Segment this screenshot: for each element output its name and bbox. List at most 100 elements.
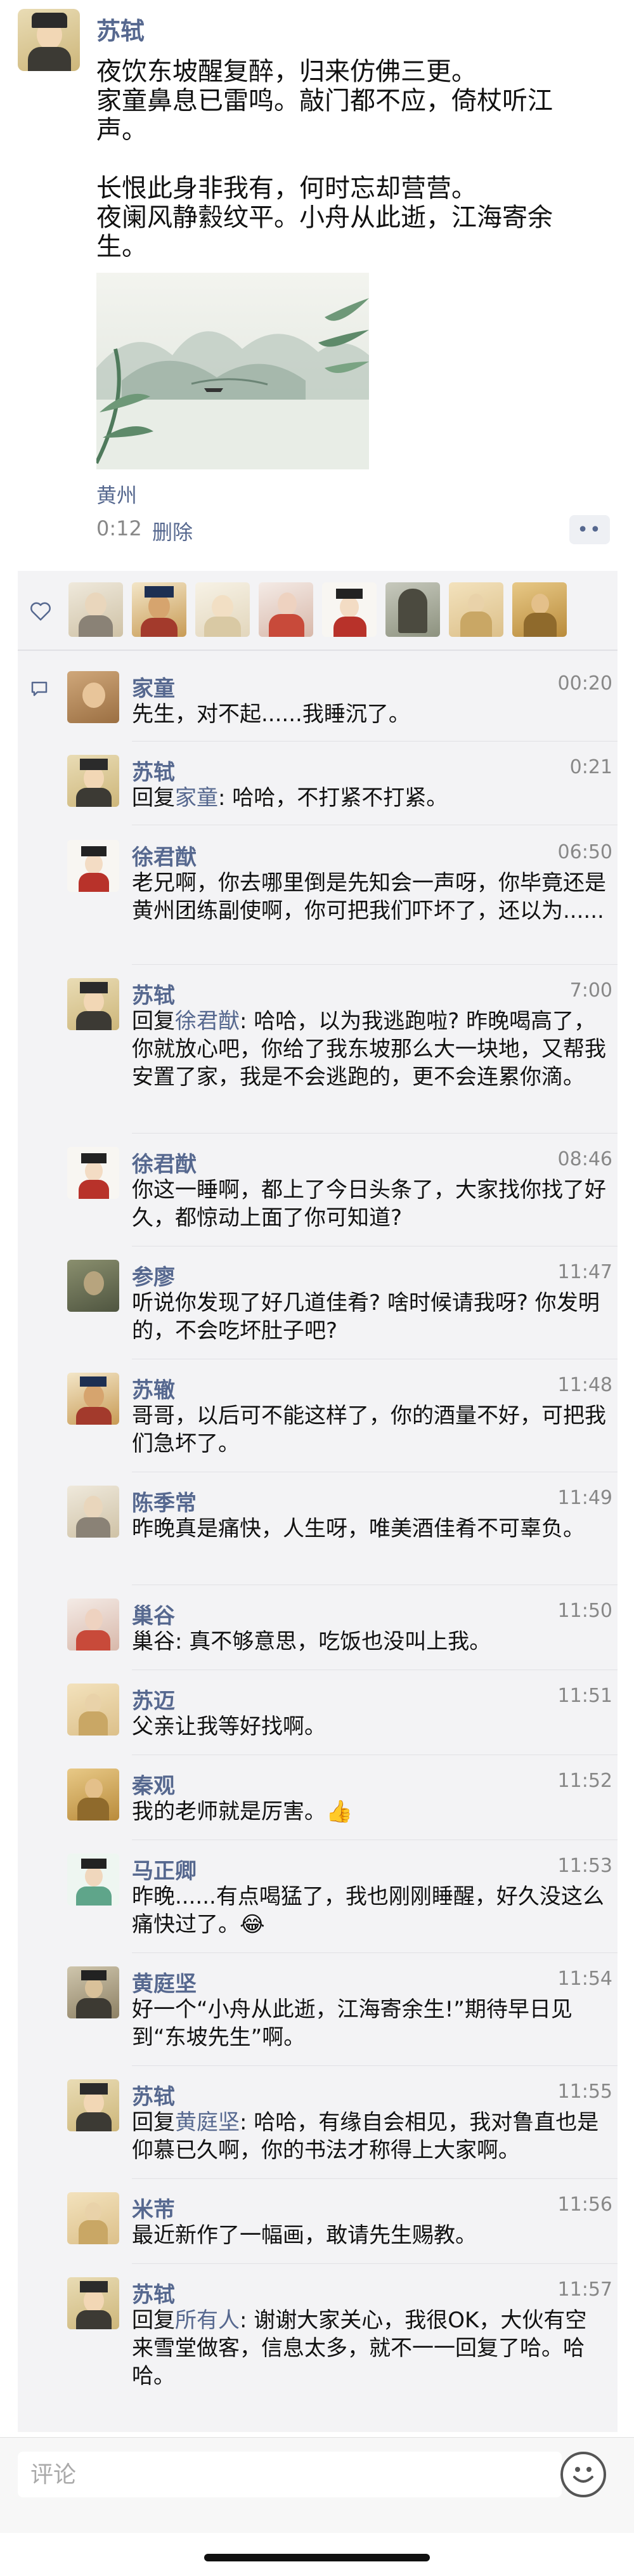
- post-text: 夜饮东坡醒复醉，归来仿佛三更。 家童鼻息已雷鸣。敲门都不应，倚杖听江声。 长恨此…: [96, 57, 553, 261]
- comment-divider: [132, 1952, 618, 1953]
- commenter-name[interactable]: 苏迈: [132, 1684, 175, 1715]
- commenter-avatar[interactable]: [67, 1373, 119, 1425]
- comment-time: 08:46: [557, 1148, 612, 1170]
- liker-avatar[interactable]: [449, 582, 503, 637]
- commenter-avatar[interactable]: [67, 1966, 119, 2018]
- likes-row: [18, 571, 618, 650]
- comment-divider: [132, 741, 618, 742]
- commenter-avatar[interactable]: [67, 1599, 119, 1651]
- commenter-name[interactable]: 秦观: [132, 1769, 175, 1800]
- commenter-avatar[interactable]: [67, 2079, 119, 2131]
- liker-avatar[interactable]: [322, 582, 377, 637]
- commenter-avatar[interactable]: [67, 755, 119, 807]
- comment-text: 最近新作了一幅画，敢请先生赐教。: [132, 2223, 477, 2248]
- commenter-name[interactable]: 徐君猷: [132, 1147, 197, 1178]
- comment-text: 先生，对不起......我睡沉了。: [132, 702, 410, 727]
- commenter-name[interactable]: 苏轼: [132, 2277, 175, 2308]
- commenter-name[interactable]: 家童: [132, 671, 175, 702]
- commenter-name[interactable]: 苏轼: [132, 755, 175, 786]
- comment-time: 11:54: [557, 1968, 612, 1990]
- commenter-name[interactable]: 米芾: [132, 2192, 175, 2223]
- commenter-avatar[interactable]: [67, 671, 119, 723]
- comment-text: 父亲让我等好找啊。: [132, 1714, 326, 1739]
- commenter-name[interactable]: 苏轼: [132, 2079, 175, 2110]
- commenter-avatar[interactable]: [67, 1684, 119, 1736]
- commenter-avatar[interactable]: [67, 1147, 119, 1199]
- comment-time: 0:21: [569, 756, 612, 778]
- comment-text: 我的老师就是厉害。👍: [132, 1799, 353, 1824]
- commenter-name[interactable]: 苏轼: [132, 978, 175, 1009]
- liker-avatar[interactable]: [68, 582, 123, 637]
- comment-input-bar: [0, 2437, 634, 2533]
- commenter-avatar[interactable]: [67, 1854, 119, 1906]
- liker-avatar[interactable]: [195, 582, 250, 637]
- likes-divider: [18, 650, 618, 651]
- comment-text: 回复黄庭坚: 哈哈，有缘自会相见，我对鲁直也是仰慕已久啊，你的书法才称得上大家啊…: [132, 2110, 599, 2163]
- liker-avatar[interactable]: [259, 582, 313, 637]
- comment-divider: [132, 1133, 618, 1134]
- ink-landscape-painting: [96, 298, 369, 469]
- comment-input[interactable]: [18, 2452, 562, 2497]
- commenter-name[interactable]: 陈季常: [132, 1486, 197, 1517]
- post-time: 0:12: [96, 516, 142, 540]
- commenter-avatar[interactable]: [67, 1769, 119, 1821]
- emoji-button[interactable]: [560, 2452, 606, 2497]
- reply-target[interactable]: 黄庭坚: [175, 2110, 240, 2135]
- home-indicator[interactable]: [204, 2554, 430, 2561]
- commenter-avatar[interactable]: [67, 2192, 119, 2244]
- commenter-avatar[interactable]: [67, 840, 119, 892]
- author-avatar[interactable]: [18, 9, 80, 71]
- comment-divider: [132, 2178, 618, 2179]
- reply-target[interactable]: 徐君猷: [175, 1009, 240, 1034]
- liker-avatar[interactable]: [132, 582, 186, 637]
- comment-text: 哥哥，以后可不能这样了，你的酒量不好，可把我们急坏了。: [132, 1403, 606, 1456]
- comment-time: 11:53: [557, 1855, 612, 1877]
- commenter-avatar[interactable]: [67, 2277, 119, 2329]
- delete-button[interactable]: 删除: [152, 516, 193, 546]
- comment-time: 11:49: [557, 1487, 612, 1509]
- reply-target[interactable]: 家童: [175, 785, 218, 811]
- commenter-name[interactable]: 参廖: [132, 1260, 175, 1291]
- emoji-smile-icon: [573, 2467, 593, 2483]
- liker-avatar[interactable]: [512, 582, 567, 637]
- comment-text: 老兄啊，你去哪里倒是先知会一声呀，你毕竟还是黄州团练副使啊，你可把我们吓坏了，还…: [132, 870, 606, 924]
- comment-time: 11:51: [557, 1685, 612, 1707]
- commenter-name[interactable]: 马正卿: [132, 1854, 197, 1885]
- commenter-avatar[interactable]: [67, 1260, 119, 1312]
- comment-divider: [132, 964, 618, 965]
- commenter-avatar[interactable]: [67, 978, 119, 1030]
- comment-time: 11:50: [557, 1600, 612, 1622]
- comment-time: 7:00: [569, 979, 612, 1002]
- commenter-name[interactable]: 巢谷: [132, 1599, 175, 1630]
- commenter-name[interactable]: 黄庭坚: [132, 1966, 197, 1997]
- post-image[interactable]: [96, 273, 369, 469]
- comment-time: 06:50: [557, 841, 612, 863]
- comment-time: 11:56: [557, 2194, 612, 2216]
- heart-outline-icon: [30, 602, 51, 621]
- comment-text: 听说你发现了好几道佳肴? 啥时候请我呀? 你发明的，不会吃坏肚子吧?: [132, 1290, 600, 1344]
- comment-text: 昨晚真是痛快，人生呀，唯美酒佳肴不可辜负。: [132, 1516, 585, 1541]
- comment-time: 11:47: [557, 1261, 612, 1283]
- comment-divider: [132, 2065, 618, 2066]
- comment-text: 回复所有人: 谢谢大家关心，我很OK，大伙有空来雪堂做客，信息太多，就不一一回复…: [132, 2308, 587, 2389]
- comment-text: 回复徐君猷: 哈哈，以为我逃跑啦? 昨晚喝高了，你就放心吧，你给了我东坡那么大一…: [132, 1009, 606, 1090]
- post-location[interactable]: 黄州: [96, 480, 137, 509]
- comment-time: 11:52: [557, 1770, 612, 1792]
- comment-bubble-icon: [31, 681, 48, 696]
- comment-text: 昨晚......有点喝猛了，我也刚刚睡醒，好久没这么痛快过了。😂: [132, 1884, 604, 1937]
- more-dots-icon: ••: [577, 518, 602, 541]
- comment-time: 11:57: [557, 2279, 612, 2301]
- commenter-name[interactable]: 徐君猷: [132, 840, 197, 871]
- commenter-avatar[interactable]: [67, 1486, 119, 1538]
- commenter-name[interactable]: 苏辙: [132, 1373, 175, 1404]
- comment-time: 00:20: [557, 672, 612, 695]
- comment-time: 11:48: [557, 1374, 612, 1396]
- more-actions-button[interactable]: ••: [569, 515, 610, 544]
- comment-text: 你这一睡啊，都上了今日头条了，大家找你找了好久，都惊动上面了你可知道?: [132, 1177, 606, 1231]
- comment-divider: [132, 2263, 618, 2264]
- liker-avatar[interactable]: [385, 582, 440, 637]
- author-name[interactable]: 苏轼: [96, 11, 145, 46]
- reply-target[interactable]: 所有人: [175, 2308, 240, 2333]
- comment-text: 巢谷: 真不够意思，吃饭也没叫上我。: [132, 1629, 491, 1654]
- likes-comments-panel: 家童 00:20 先生，对不起......我睡沉了。 苏轼 0:21 回复家童:…: [18, 571, 618, 2432]
